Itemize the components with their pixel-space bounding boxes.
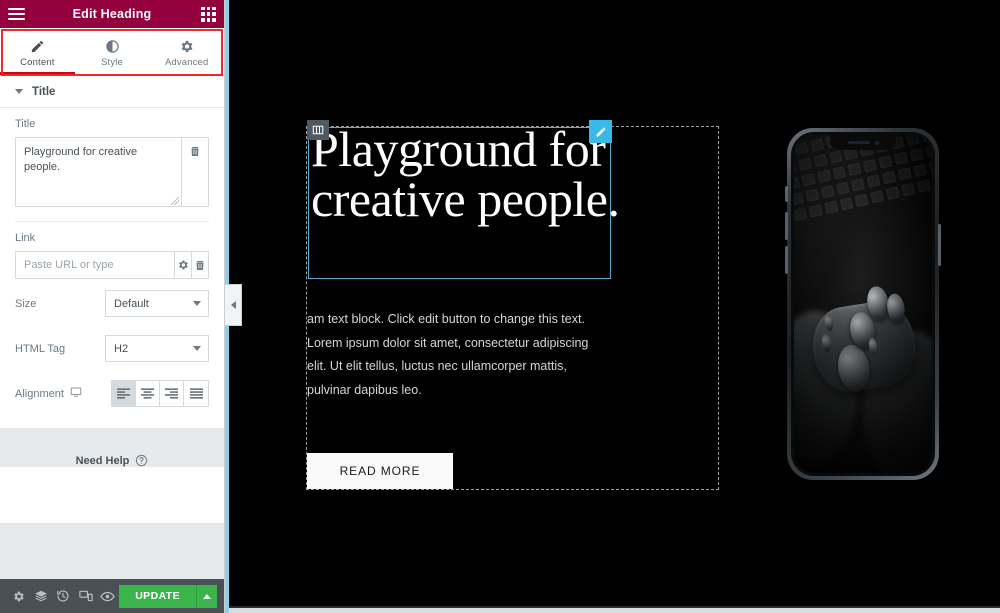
settings-gear-icon[interactable] bbox=[7, 579, 29, 613]
tab-content[interactable]: Content bbox=[0, 28, 75, 75]
panel-title: Edit Heading bbox=[72, 7, 152, 21]
hamburger-icon[interactable] bbox=[8, 7, 25, 21]
link-dynamic-button[interactable] bbox=[191, 252, 208, 278]
responsive-mode-icon[interactable] bbox=[74, 579, 96, 613]
align-left-button[interactable] bbox=[112, 381, 136, 406]
size-select-wrap: Default bbox=[105, 290, 209, 317]
chevron-left-icon bbox=[230, 301, 236, 309]
control-size-label: Size bbox=[15, 297, 37, 310]
textarea-resize-handle[interactable] bbox=[171, 197, 179, 205]
controls-list: Title Playground for creative people. Li… bbox=[0, 108, 224, 428]
size-select[interactable]: Default bbox=[105, 290, 209, 317]
tab-advanced-label: Advanced bbox=[164, 56, 209, 68]
front-camera-icon bbox=[874, 140, 879, 145]
elementor-editor: Edit Heading Content Style Advanced Titl… bbox=[0, 0, 1000, 613]
phone-power-button bbox=[938, 224, 941, 266]
link-input-row bbox=[15, 251, 209, 279]
chevron-up-icon bbox=[203, 593, 211, 599]
panel-tabs: Content Style Advanced bbox=[0, 28, 224, 76]
control-title-label: Title bbox=[15, 118, 36, 130]
control-alignment-text: Alignment bbox=[15, 387, 64, 400]
need-help-label: Need Help bbox=[75, 454, 130, 467]
heading-text[interactable]: Playground for creative people. bbox=[311, 124, 631, 224]
preview-eye-icon[interactable] bbox=[97, 579, 119, 613]
html-tag-select[interactable]: H2 bbox=[105, 335, 209, 362]
phone-screen bbox=[794, 135, 932, 473]
database-tag-icon bbox=[196, 260, 204, 270]
panel-body: Title Title Playground for creative peop… bbox=[0, 76, 224, 523]
section-title-label: Title bbox=[32, 85, 56, 98]
column-handle-icon[interactable] bbox=[307, 120, 329, 140]
link-options-button[interactable] bbox=[174, 252, 191, 278]
align-center-button[interactable] bbox=[136, 381, 160, 406]
tab-style-label: Style bbox=[101, 56, 123, 68]
panel-empty-area bbox=[0, 523, 224, 579]
control-size: Size Default bbox=[15, 281, 209, 326]
update-options-button[interactable] bbox=[196, 584, 217, 608]
question-circle-icon bbox=[136, 454, 148, 467]
tab-style[interactable]: Style bbox=[75, 28, 150, 75]
title-textarea-wrap: Playground for creative people. bbox=[15, 137, 209, 207]
align-justify-icon bbox=[189, 388, 203, 399]
history-revisions-icon[interactable] bbox=[52, 579, 74, 613]
control-link: Link bbox=[15, 222, 209, 281]
gear-icon bbox=[179, 39, 194, 54]
phone-notch bbox=[830, 135, 896, 150]
grid-apps-icon[interactable] bbox=[201, 6, 216, 22]
panel-collapse-button[interactable] bbox=[225, 284, 242, 326]
phone-mute-switch bbox=[785, 186, 788, 202]
phone-mockup bbox=[785, 128, 941, 480]
editor-panel: Edit Heading Content Style Advanced Titl… bbox=[0, 0, 225, 613]
title-dynamic-button[interactable] bbox=[181, 138, 208, 206]
desktop-icon[interactable] bbox=[70, 386, 82, 401]
database-tag-icon bbox=[191, 147, 199, 156]
control-link-label: Link bbox=[15, 232, 36, 244]
navigator-layers-icon[interactable] bbox=[29, 579, 51, 613]
align-justify-button[interactable] bbox=[184, 381, 208, 406]
align-left-icon bbox=[117, 388, 130, 399]
panel-tabs-wrap: Content Style Advanced bbox=[0, 28, 224, 76]
canvas-bottom-edge bbox=[229, 608, 1000, 613]
panel-footer-toolbar: UPDATE bbox=[0, 579, 224, 613]
gear-icon bbox=[179, 260, 188, 270]
control-alignment-label: Alignment bbox=[15, 386, 82, 401]
phone-volume-up-button bbox=[785, 212, 788, 240]
control-html-tag-label: HTML Tag bbox=[15, 342, 66, 355]
align-right-icon bbox=[165, 388, 178, 399]
pencil-edit-icon[interactable] bbox=[589, 120, 612, 143]
title-input[interactable]: Playground for creative people. bbox=[16, 138, 181, 206]
read-more-button[interactable]: READ MORE bbox=[307, 453, 453, 489]
html-tag-select-wrap: H2 bbox=[105, 335, 209, 362]
panel-header: Edit Heading bbox=[0, 0, 224, 28]
phone-wallpaper bbox=[794, 135, 932, 473]
phone-bezel bbox=[791, 132, 935, 476]
align-center-icon bbox=[141, 388, 154, 399]
earpiece-speaker bbox=[847, 141, 870, 144]
link-input[interactable] bbox=[16, 252, 174, 278]
text-block-widget[interactable]: am text block. Click edit button to chan… bbox=[307, 308, 607, 402]
align-right-button[interactable] bbox=[160, 381, 184, 406]
phone-volume-down-button bbox=[785, 246, 788, 274]
half-circle-icon bbox=[105, 39, 120, 54]
update-button[interactable]: UPDATE bbox=[119, 584, 196, 608]
control-html-tag: HTML Tag H2 bbox=[15, 326, 209, 371]
control-title: Title Playground for creative people. bbox=[15, 108, 209, 209]
chevron-down-icon bbox=[15, 89, 23, 94]
alignment-button-group bbox=[111, 380, 209, 407]
pencil-icon bbox=[30, 39, 45, 54]
update-group: UPDATE bbox=[119, 584, 217, 608]
preview-canvas: Playground for creative people. am text … bbox=[229, 0, 1000, 613]
need-help[interactable]: Need Help bbox=[0, 428, 224, 467]
tab-content-label: Content bbox=[20, 56, 55, 68]
tab-advanced[interactable]: Advanced bbox=[149, 28, 224, 75]
control-alignment: Alignment bbox=[15, 371, 209, 416]
section-title-header[interactable]: Title bbox=[0, 76, 224, 108]
wallpaper-vignette bbox=[794, 135, 932, 473]
